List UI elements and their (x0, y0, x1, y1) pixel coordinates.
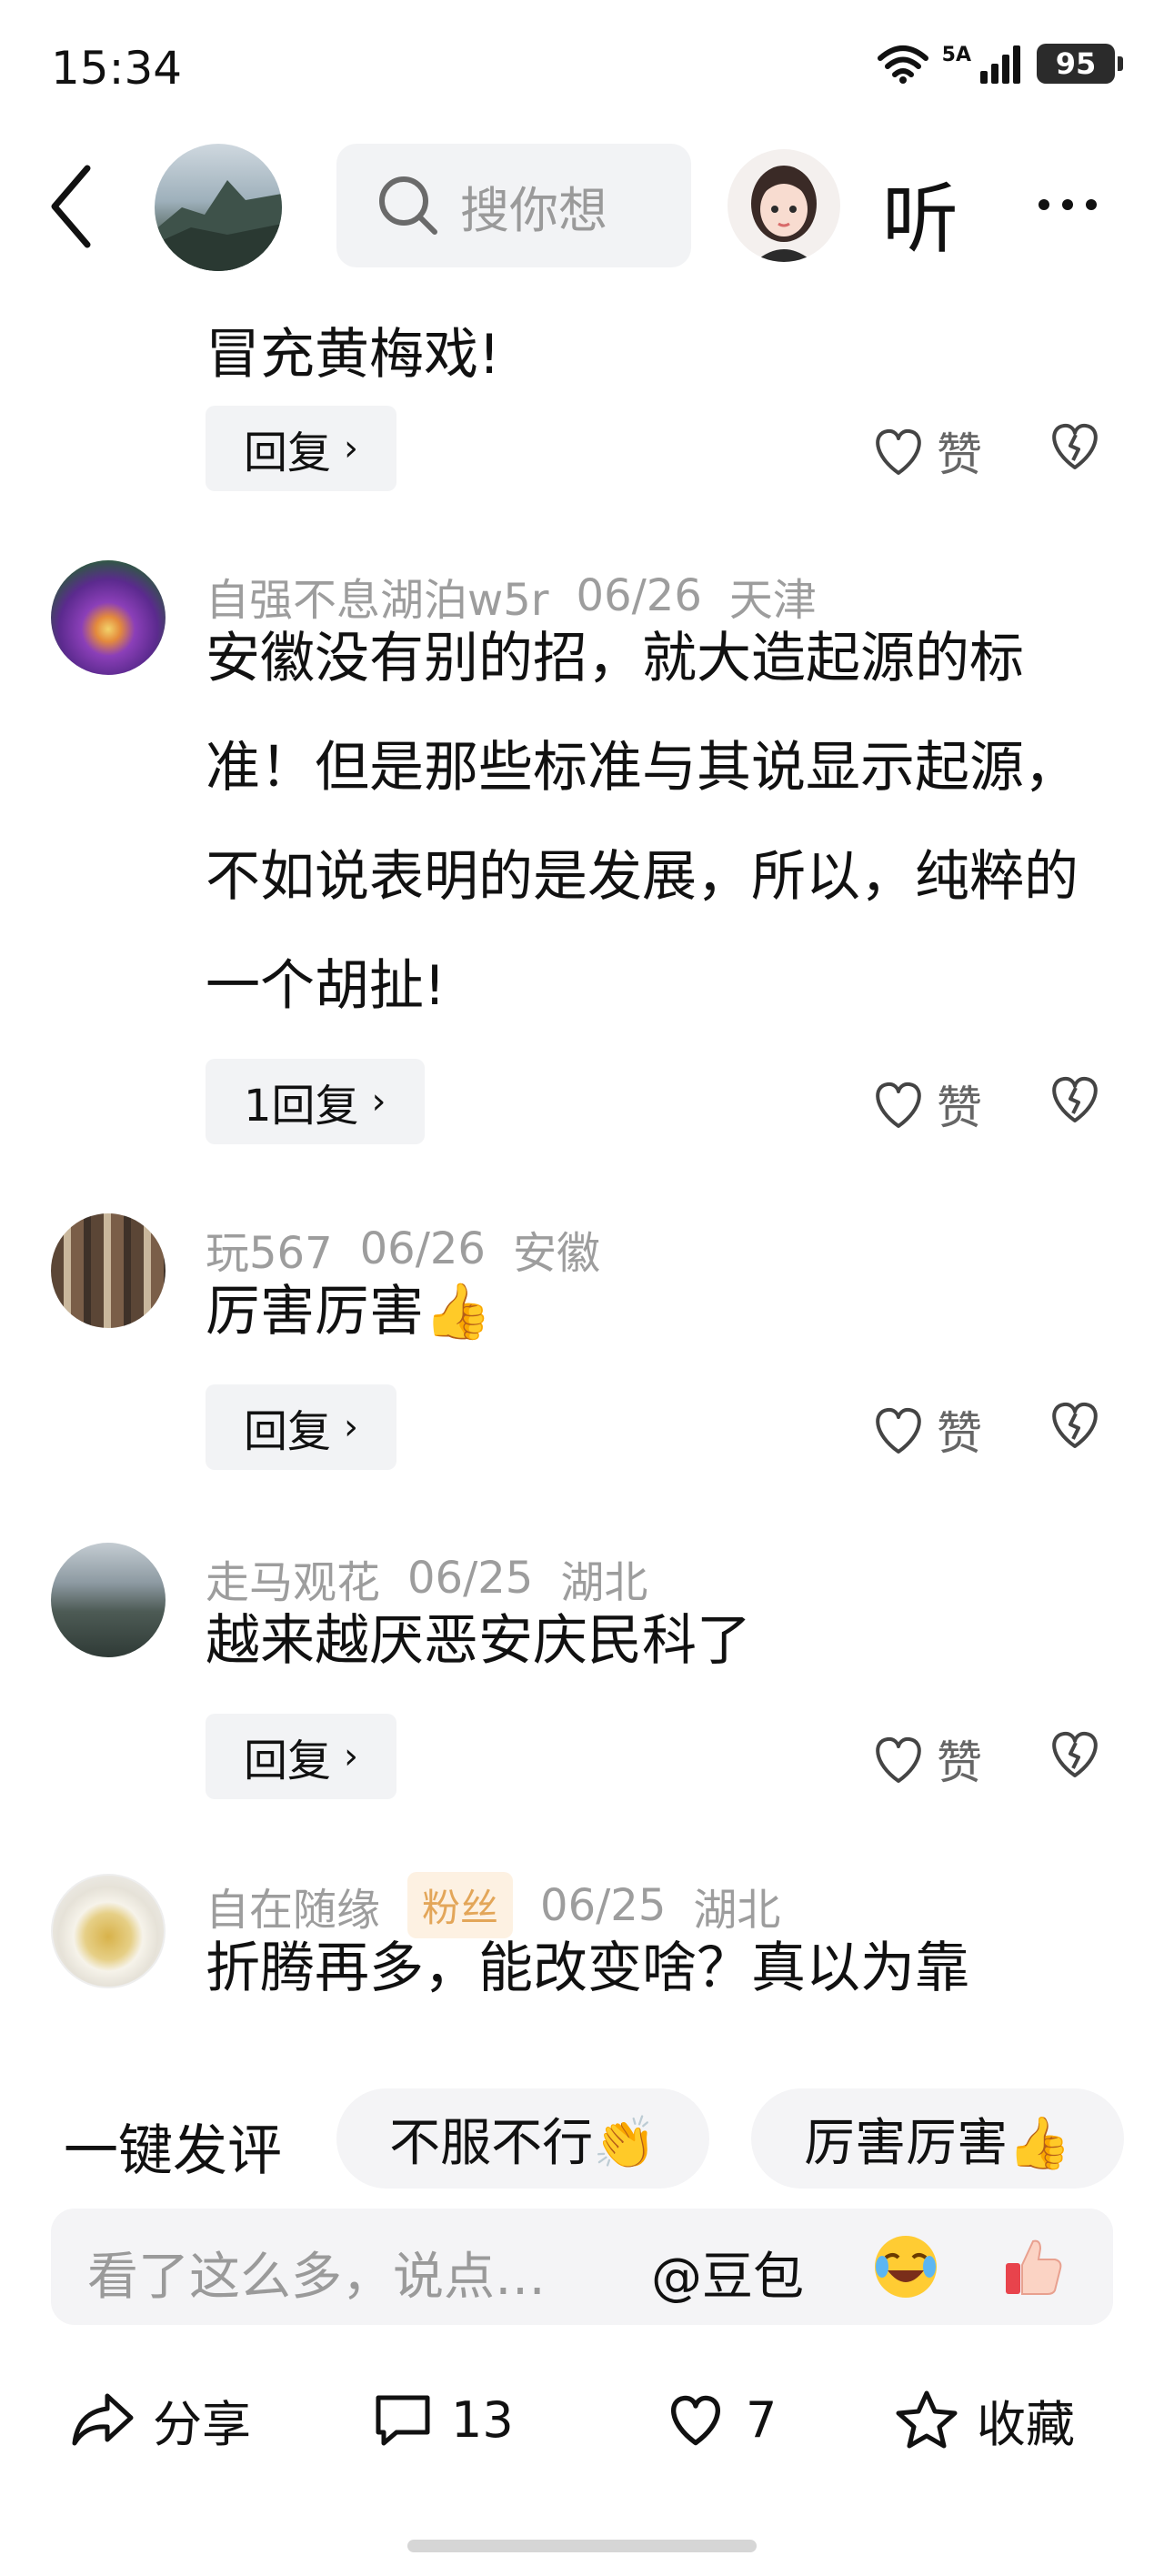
reply-button[interactable]: 1回复 › (206, 1059, 425, 1144)
reply-label: 回复 (244, 1736, 332, 1786)
comment-text: 安徽没有别的招，就大造起源的标准！但是那些标准与其说显示起源，不如说表明的是发展… (206, 627, 1079, 1018)
listen-assistant-avatar[interactable] (728, 149, 840, 262)
comment-button[interactable]: 13 (373, 2365, 514, 2474)
comment-text: 冒充黄梅戏! (206, 323, 501, 387)
comment-input-placeholder: 看了这么多，说点… (87, 2248, 546, 2307)
author-avatar[interactable] (155, 144, 282, 271)
user-avatar[interactable] (51, 560, 166, 675)
network-type: 5A (941, 43, 971, 66)
comment-text: 越来越厌恶安庆民科了 (206, 1609, 751, 1673)
comment-input[interactable]: 看了这么多，说点… @豆包 (51, 2209, 1113, 2325)
like-label: 赞 (937, 1407, 982, 1460)
share-icon (72, 2393, 134, 2446)
listen-button[interactable]: 听 (882, 158, 958, 268)
comment-text: 厉害厉害👍 (206, 1280, 492, 1343)
comment-icon (376, 2395, 430, 2446)
like-label: 赞 (937, 1082, 982, 1134)
bottom-action-bar: 分享 13 7 收藏 (0, 2365, 1164, 2474)
reply-button[interactable]: 回复 › (206, 406, 397, 491)
battery-indicator: 95 (1037, 44, 1123, 84)
quick-comment-chip[interactable]: 不服不行👏 (336, 2088, 709, 2189)
share-button[interactable]: 分享 (71, 2365, 251, 2474)
chevron-right-icon: › (344, 1406, 359, 1448)
reply-label: 1回复 (244, 1081, 359, 1132)
thumbs-up-emoji-icon[interactable] (997, 2230, 1069, 2303)
star-icon (896, 2390, 958, 2449)
like-button[interactable]: 赞 (869, 418, 982, 484)
quick-comment-label: 一键发评 (64, 2119, 282, 2183)
user-avatar[interactable] (51, 1874, 166, 1988)
quick-comment-chip[interactable]: 厉害厉害👍 (751, 2088, 1124, 2189)
heart-icon (671, 2395, 720, 2446)
status-icons: 5A 95 (877, 43, 1123, 84)
broken-heart-icon[interactable] (1046, 1726, 1104, 1781)
user-avatar[interactable] (51, 1213, 166, 1328)
comment-text: 折腾再多，能改变啥？真以为靠 (206, 1937, 969, 2000)
heart-icon (876, 1407, 921, 1454)
wifi-icon (877, 45, 928, 84)
like-label: 赞 (937, 428, 982, 481)
chevron-left-icon (51, 165, 91, 248)
like-label: 赞 (937, 1736, 982, 1789)
user-avatar[interactable] (51, 1543, 166, 1657)
broken-heart-icon[interactable] (1046, 1072, 1104, 1126)
header: 搜你想 听 (0, 136, 1164, 273)
status-bar: 15:34 5A 95 (0, 0, 1164, 136)
chevron-right-icon: › (344, 1736, 359, 1777)
like-count: 7 (746, 2390, 778, 2449)
like-post-button[interactable]: 7 (664, 2365, 777, 2474)
home-indicator[interactable] (407, 2540, 757, 2552)
more-dot-icon (1039, 199, 1049, 210)
favorite-button[interactable]: 收藏 (895, 2365, 1075, 2474)
laughing-emoji-icon[interactable] (869, 2230, 942, 2303)
like-button[interactable]: 赞 (869, 1072, 982, 1137)
broken-heart-icon[interactable] (1046, 418, 1104, 473)
search-icon (379, 176, 437, 235)
more-options-button[interactable] (1022, 173, 1113, 236)
heart-icon (876, 1082, 921, 1128)
back-button[interactable] (44, 156, 125, 257)
quick-comment-bar: 一键发评 不服不行👏 厉害厉害👍 (0, 2088, 1164, 2189)
signal-icon (980, 45, 1020, 84)
chevron-right-icon: › (344, 428, 359, 469)
more-dot-icon (1062, 199, 1073, 210)
reply-button[interactable]: 回复 › (206, 1714, 397, 1799)
reply-label: 回复 (244, 1406, 332, 1457)
reply-button[interactable]: 回复 › (206, 1384, 397, 1470)
reply-label: 回复 (244, 428, 332, 478)
comment-count: 13 (451, 2390, 514, 2449)
like-button[interactable]: 赞 (869, 1726, 982, 1792)
status-time: 15:34 (51, 42, 183, 95)
search-box[interactable]: 搜你想 (336, 144, 691, 267)
comment-list[interactable]: 冒充黄梅戏! 回复 › 赞 自强不息湖泊w5r 06/26 天津 安徽没有别的招，… (0, 273, 1164, 2047)
more-dot-icon (1086, 199, 1097, 210)
heart-icon (876, 1736, 921, 1783)
heart-icon (876, 428, 921, 475)
share-label: 分享 (153, 2395, 251, 2453)
search-placeholder: 搜你想 (460, 181, 607, 239)
mention-doubao-button[interactable]: @豆包 (651, 2236, 804, 2309)
broken-heart-icon[interactable] (1046, 1397, 1104, 1452)
favorite-label: 收藏 (977, 2395, 1075, 2453)
chevron-right-icon: › (371, 1081, 386, 1122)
like-button[interactable]: 赞 (869, 1397, 982, 1463)
